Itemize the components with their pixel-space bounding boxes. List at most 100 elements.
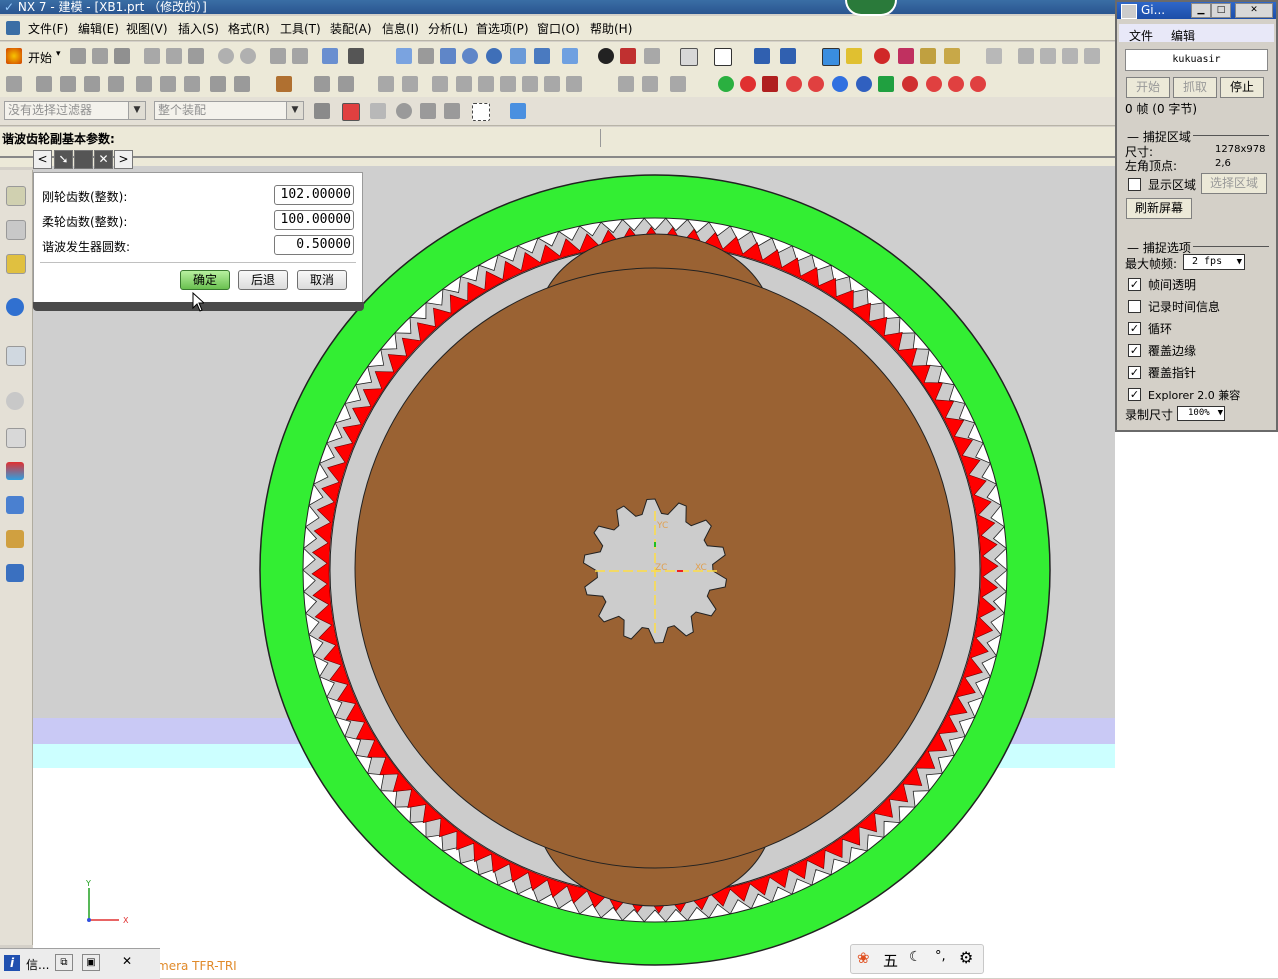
face-icon[interactable] — [396, 103, 412, 119]
arrow-icon[interactable] — [370, 103, 386, 119]
rotate-icon[interactable] — [486, 48, 502, 64]
shape-a-icon[interactable] — [378, 76, 394, 92]
menu-analysis[interactable]: 分析(L) — [428, 20, 468, 37]
snap-point-icon[interactable] — [822, 48, 840, 66]
new-file-icon[interactable] — [70, 48, 86, 64]
cylinder-icon[interactable] — [234, 76, 250, 92]
info-window-tab[interactable]: i 信... ⧉ ▣ ✕ — [0, 948, 160, 979]
measure-distance-icon[interactable] — [874, 48, 890, 64]
chevron-down-icon[interactable]: ▼ — [128, 102, 145, 119]
dialog-apply-arrow-button[interactable]: ➘ — [54, 150, 73, 169]
refresh-screen-button[interactable]: 刷新屏幕 — [1126, 198, 1192, 219]
filter-settings-icon[interactable] — [314, 103, 330, 119]
restore-icon[interactable]: ⧉ — [55, 954, 73, 971]
cancel-button[interactable]: 取消 — [297, 270, 347, 290]
capture-menu-edit[interactable]: 编辑 — [1171, 27, 1195, 44]
table-icon[interactable] — [338, 76, 354, 92]
color-palette-icon[interactable] — [6, 462, 24, 480]
roles-icon[interactable] — [6, 530, 24, 548]
menu-preferences[interactable]: 首选项(P) — [476, 20, 529, 37]
menu-window[interactable]: 窗口(O) — [537, 20, 580, 37]
start-icon[interactable] — [6, 48, 22, 64]
wcs-icon[interactable] — [754, 48, 770, 64]
shape-b-icon[interactable] — [402, 76, 418, 92]
shape-f-icon[interactable] — [500, 76, 516, 92]
book-icon[interactable] — [314, 76, 330, 92]
option-checkbox-2[interactable]: ✓ — [1128, 322, 1141, 335]
repeat-command-icon[interactable] — [270, 48, 286, 64]
capture-grab-button[interactable]: 抓取 — [1173, 77, 1217, 98]
ime-mode-wubi[interactable]: 五 — [883, 950, 898, 971]
info-icon[interactable]: i — [4, 955, 20, 971]
maximize-icon[interactable]: ▣ — [82, 954, 100, 971]
palette-icon[interactable] — [6, 428, 26, 448]
chevron-down-icon[interactable]: ▼ — [1237, 255, 1242, 269]
gear-blue-icon[interactable] — [832, 76, 848, 92]
menu-tools[interactable]: 工具(T) — [280, 20, 321, 37]
minimize-button[interactable]: ▁ — [1191, 3, 1211, 18]
record-size-select[interactable]: 100% ▼ — [1177, 406, 1225, 421]
menu-help[interactable]: 帮助(H) — [590, 20, 632, 37]
view-orientation-icon[interactable] — [562, 48, 578, 64]
gear-ring-icon[interactable] — [718, 76, 734, 92]
paste-icon[interactable] — [188, 48, 204, 64]
color-icon[interactable] — [714, 48, 732, 66]
gear-harmonic-icon[interactable] — [948, 76, 964, 92]
option-checkbox-4[interactable]: ✓ — [1128, 366, 1141, 379]
background-icon[interactable] — [680, 48, 698, 66]
dialog-close-button[interactable]: ✕ — [94, 150, 113, 169]
redo-icon[interactable] — [240, 48, 256, 64]
snap-end-icon[interactable] — [846, 48, 862, 64]
hole-icon[interactable] — [108, 76, 124, 92]
pad-icon[interactable] — [184, 76, 200, 92]
sweep-icon[interactable] — [84, 76, 100, 92]
shape-j-icon[interactable] — [618, 76, 634, 92]
type-filter-select[interactable]: 没有选择过滤器 ▼ — [4, 101, 146, 120]
section-view-icon[interactable] — [620, 48, 636, 64]
menu-format[interactable]: 格式(R) — [228, 20, 270, 37]
menu-info[interactable]: 信息(I) — [382, 20, 419, 37]
option-checkbox-5[interactable]: ✓ — [1128, 388, 1141, 401]
menu-insert[interactable]: 插入(S) — [178, 20, 219, 37]
point-icon[interactable] — [444, 103, 460, 119]
ok-button[interactable]: 确定 — [180, 270, 230, 290]
open-file-icon[interactable] — [92, 48, 108, 64]
web-browser-icon[interactable] — [6, 298, 24, 316]
gear-spur-icon[interactable] — [902, 76, 918, 92]
capture-menu-file[interactable]: 文件 — [1129, 27, 1153, 44]
shape-k-icon[interactable] — [642, 76, 658, 92]
menu-assembly[interactable]: 装配(A) — [330, 20, 372, 37]
perspective-icon[interactable] — [534, 48, 550, 64]
dialog-next-button[interactable]: > — [114, 150, 133, 169]
shape-c-icon[interactable] — [432, 76, 448, 92]
rigid-teeth-input[interactable]: 102.00000 — [274, 185, 354, 205]
shaded-icon[interactable] — [644, 48, 660, 64]
show-hide-icon[interactable] — [348, 48, 364, 64]
shape-i-icon[interactable] — [566, 76, 582, 92]
render-style-icon[interactable] — [598, 48, 614, 64]
chevron-down-icon[interactable]: ▼ — [286, 102, 303, 119]
pocket-icon[interactable] — [160, 76, 176, 92]
curve-icon[interactable] — [986, 48, 1002, 64]
menu-edit[interactable]: 编辑(E) — [78, 20, 119, 37]
part-navigator-icon[interactable] — [6, 254, 26, 274]
history-icon[interactable] — [6, 346, 26, 366]
shape-g-icon[interactable] — [522, 76, 538, 92]
cube-view-icon[interactable] — [510, 103, 526, 119]
pan-icon[interactable] — [510, 48, 526, 64]
close-button[interactable]: ✕ — [1235, 3, 1273, 18]
ruler-icon[interactable] — [920, 48, 936, 64]
selection-icon[interactable] — [322, 48, 338, 64]
shape-l-icon[interactable] — [670, 76, 686, 92]
assembly-icon[interactable] — [276, 76, 292, 92]
gear-red-icon[interactable] — [740, 76, 756, 92]
option-checkbox-0[interactable]: ✓ — [1128, 278, 1141, 291]
zoom-icon[interactable] — [418, 48, 434, 64]
gear-green-icon[interactable] — [878, 76, 894, 92]
revolve-icon[interactable] — [60, 76, 76, 92]
shape-e-icon[interactable] — [478, 76, 494, 92]
constraint-navigator-icon[interactable] — [6, 220, 26, 240]
paw-icon[interactable]: ❀ — [857, 949, 870, 967]
fit-view-icon[interactable] — [396, 48, 412, 64]
snap-icon[interactable] — [342, 103, 360, 121]
